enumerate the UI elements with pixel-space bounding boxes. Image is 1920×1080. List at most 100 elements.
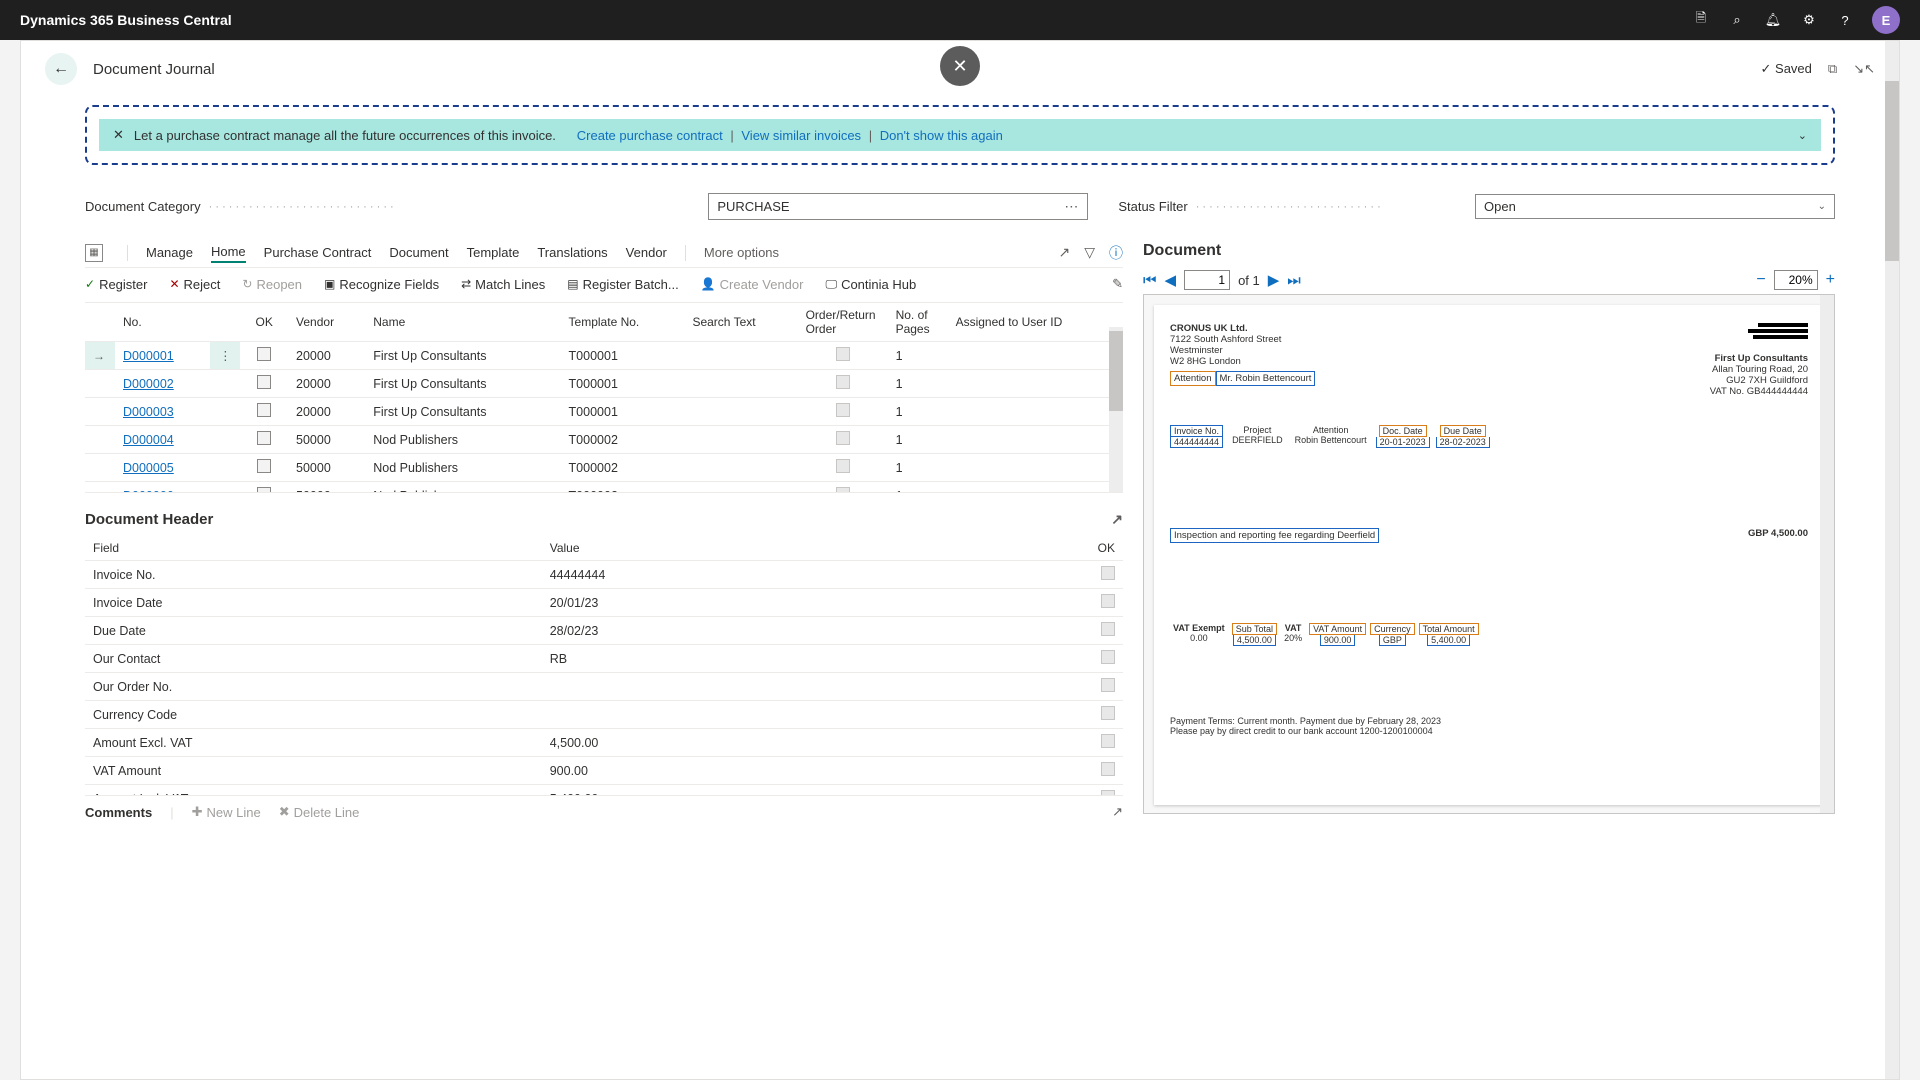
col-assigned[interactable]: Assigned to User ID <box>948 303 1123 342</box>
register-batch-button[interactable]: ▤Register Batch... <box>567 277 678 292</box>
row-menu-button[interactable] <box>210 398 240 426</box>
ok-checkbox[interactable] <box>240 482 288 494</box>
field-ok-checkbox[interactable] <box>998 561 1123 589</box>
doc-no-link[interactable]: D000005 <box>115 454 210 482</box>
next-page-button[interactable]: ▶ <box>1268 271 1280 289</box>
table-row[interactable]: Our ContactRB <box>85 645 1123 673</box>
help-icon[interactable]: ? <box>1836 11 1854 29</box>
notification-close-icon[interactable]: ✕ <box>113 127 124 143</box>
row-menu-button[interactable] <box>210 454 240 482</box>
popout-icon[interactable]: ⧉ <box>1828 61 1837 77</box>
field-value-cell[interactable]: 44444444 <box>542 561 999 589</box>
field-value-cell[interactable]: 900.00 <box>542 757 999 785</box>
field-value-cell[interactable]: 20/01/23 <box>542 589 999 617</box>
gear-icon[interactable]: ⚙ <box>1800 11 1818 29</box>
order-return-checkbox[interactable] <box>798 426 888 454</box>
field-ok-checkbox[interactable] <box>998 589 1123 617</box>
info-icon[interactable]: ⓘ <box>1109 243 1123 263</box>
zoom-in-button[interactable]: + <box>1826 271 1835 289</box>
table-row[interactable]: D00000320000First Up ConsultantsT0000011 <box>85 398 1123 426</box>
tab-translations[interactable]: Translations <box>537 243 607 262</box>
filter-icon[interactable]: ▽ <box>1084 244 1095 261</box>
order-return-checkbox[interactable] <box>798 370 888 398</box>
share-section-icon[interactable]: ↗ <box>1111 511 1123 528</box>
viewer-scrollbar[interactable] <box>1820 295 1834 813</box>
document-icon[interactable]: 🗎 <box>1692 11 1710 29</box>
table-row[interactable]: Our Order No. <box>85 673 1123 701</box>
col-template[interactable]: Template No. <box>561 303 685 342</box>
ok-checkbox[interactable] <box>240 426 288 454</box>
table-row[interactable]: D00000550000Nod PublishersT0000021 <box>85 454 1123 482</box>
personalize-icon[interactable]: ✎ <box>1112 276 1123 292</box>
tab-purchase-contract[interactable]: Purchase Contract <box>264 243 372 262</box>
order-return-checkbox[interactable] <box>798 482 888 494</box>
doc-no-link[interactable]: D000003 <box>115 398 210 426</box>
table-row[interactable]: Invoice No.44444444 <box>85 561 1123 589</box>
col-vendor[interactable]: Vendor <box>288 303 365 342</box>
field-ok-checkbox[interactable] <box>998 785 1123 797</box>
match-lines-button[interactable]: ⇄Match Lines <box>461 277 545 292</box>
table-row[interactable]: Currency Code <box>85 701 1123 729</box>
doc-no-link[interactable]: D000002 <box>115 370 210 398</box>
table-row[interactable]: D00000220000First Up ConsultantsT0000011 <box>85 370 1123 398</box>
dont-show-link[interactable]: Don't show this again <box>880 128 1003 143</box>
field-value-cell[interactable]: RB <box>542 645 999 673</box>
back-button[interactable]: ← <box>45 53 77 85</box>
recognize-fields-button[interactable]: ▣Recognize Fields <box>324 277 439 292</box>
row-menu-button[interactable] <box>210 426 240 454</box>
collapse-icon[interactable]: ↘↖ <box>1853 61 1875 77</box>
col-pages[interactable]: No. of Pages <box>888 303 948 342</box>
doc-no-link[interactable]: D000006 <box>115 482 210 494</box>
grid-view-icon[interactable]: ▦ <box>85 244 103 262</box>
table-row[interactable]: →D000001⋮20000First Up ConsultantsT00000… <box>85 342 1123 370</box>
field-ok-checkbox[interactable] <box>998 645 1123 673</box>
notification-expand-icon[interactable]: ⌄ <box>1798 129 1807 142</box>
last-page-button[interactable]: ⏭ <box>1287 272 1301 289</box>
close-overlay-button[interactable]: ✕ <box>940 46 980 86</box>
ok-checkbox[interactable] <box>240 454 288 482</box>
col-order-return[interactable]: Order/Return Order <box>798 303 888 342</box>
row-menu-button[interactable]: ⋮ <box>210 342 240 370</box>
col-value[interactable]: Value <box>542 536 999 561</box>
order-return-checkbox[interactable] <box>798 342 888 370</box>
doc-no-link[interactable]: D000001 <box>115 342 210 370</box>
chevron-down-icon[interactable]: ⌄ <box>1818 201 1826 212</box>
first-page-button[interactable]: ⏮ <box>1143 272 1157 289</box>
field-value-cell[interactable] <box>542 701 999 729</box>
col-search[interactable]: Search Text <box>684 303 797 342</box>
col-no[interactable]: No. <box>115 303 210 342</box>
reject-button[interactable]: ✕Reject <box>169 277 220 292</box>
field-ok-checkbox[interactable] <box>998 757 1123 785</box>
table-row[interactable]: VAT Amount900.00 <box>85 757 1123 785</box>
row-menu-button[interactable] <box>210 370 240 398</box>
page-scrollbar[interactable] <box>1885 41 1899 1079</box>
field-value-cell[interactable]: 28/02/23 <box>542 617 999 645</box>
field-ok-checkbox[interactable] <box>998 729 1123 757</box>
field-value-cell[interactable]: 4,500.00 <box>542 729 999 757</box>
tab-document[interactable]: Document <box>389 243 448 262</box>
field-ok-checkbox[interactable] <box>998 701 1123 729</box>
table-row[interactable]: D00000450000Nod PublishersT0000021 <box>85 426 1123 454</box>
row-menu-button[interactable] <box>210 482 240 494</box>
col-name[interactable]: Name <box>365 303 560 342</box>
table-row[interactable]: D00000650000Nod PublishersT0000021 <box>85 482 1123 494</box>
share-icon[interactable]: ↗ <box>1058 244 1070 261</box>
col-ok[interactable]: OK <box>998 536 1123 561</box>
table-row[interactable]: Amount Excl. VAT4,500.00 <box>85 729 1123 757</box>
bell-icon[interactable]: 🔔︎ <box>1764 11 1782 29</box>
search-icon[interactable]: ⌕ <box>1728 11 1746 29</box>
share-section-icon[interactable]: ↗ <box>1112 804 1123 820</box>
comments-title[interactable]: Comments <box>85 805 152 820</box>
field-ok-checkbox[interactable] <box>998 673 1123 701</box>
page-number-input[interactable] <box>1184 270 1230 290</box>
create-contract-link[interactable]: Create purchase contract <box>577 128 723 143</box>
tab-template[interactable]: Template <box>467 243 520 262</box>
zoom-input[interactable] <box>1774 270 1818 290</box>
ok-checkbox[interactable] <box>240 342 288 370</box>
ok-checkbox[interactable] <box>240 370 288 398</box>
table-row[interactable]: Invoice Date20/01/23 <box>85 589 1123 617</box>
order-return-checkbox[interactable] <box>798 454 888 482</box>
continia-hub-button[interactable]: 🖵Continia Hub <box>825 277 916 292</box>
doc-category-input[interactable]: PURCHASE ⋯ <box>708 193 1088 220</box>
col-ok[interactable]: OK <box>240 303 288 342</box>
